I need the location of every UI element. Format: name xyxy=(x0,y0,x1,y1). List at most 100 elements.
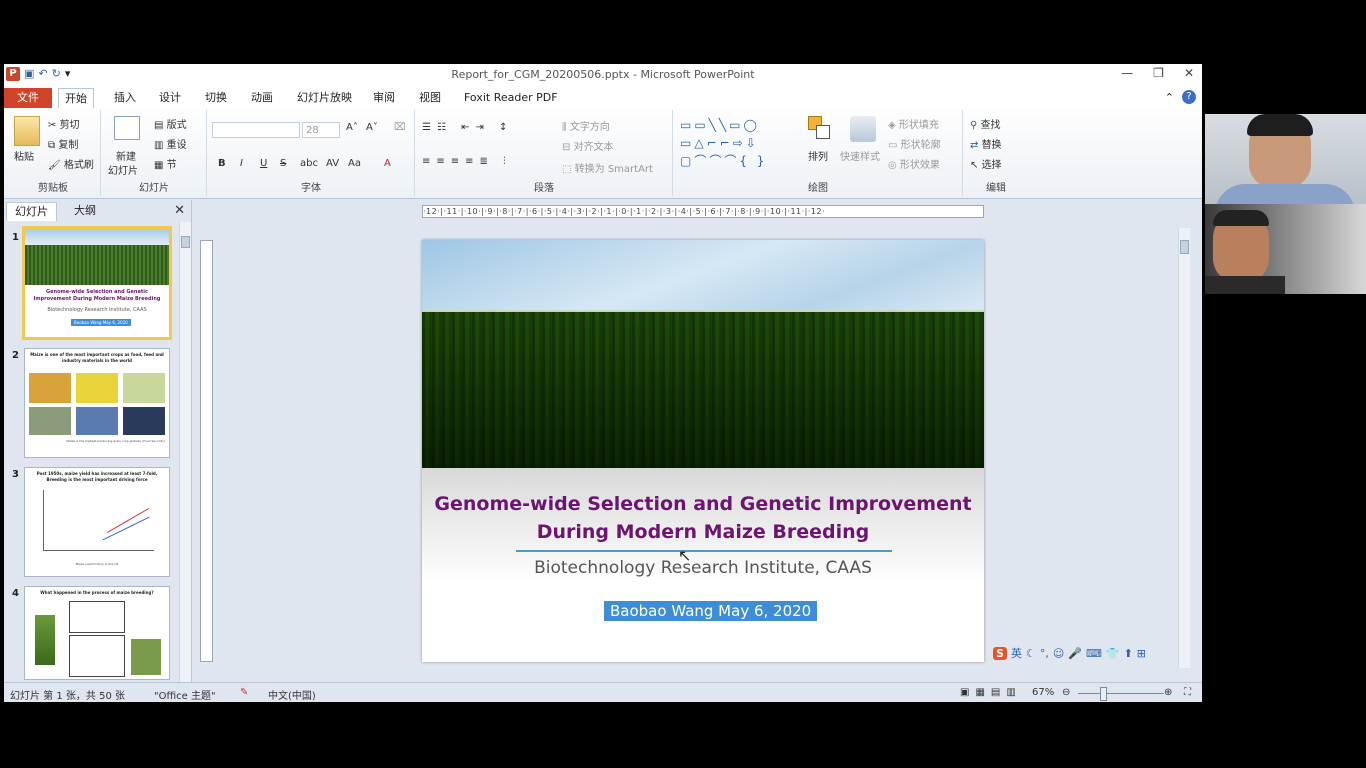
shrink-font-icon[interactable]: A˅ xyxy=(366,122,378,133)
video-participant-1[interactable] xyxy=(1205,114,1366,204)
tab-design[interactable]: 设计 xyxy=(153,88,187,108)
align-text-button[interactable]: 对齐文本 xyxy=(574,142,614,153)
minimize-button[interactable]: — xyxy=(1121,66,1133,80)
restore-button[interactable]: ❐ xyxy=(1153,66,1164,80)
font-size-combo[interactable]: 28 xyxy=(302,122,340,138)
shape-effects-button[interactable]: 形状效果 xyxy=(900,160,940,171)
align-buttons-icon[interactable]: ≡≡≡≡≣ ⫶ xyxy=(422,156,512,167)
smartart-button[interactable]: 转换为 SmartArt xyxy=(575,164,653,175)
cut-button[interactable]: 剪切 xyxy=(60,120,80,131)
quick-styles-icon[interactable] xyxy=(850,116,876,142)
thumb-chart xyxy=(43,490,154,551)
bold-button[interactable]: B xyxy=(218,158,226,169)
zoom-slider-thumb[interactable] xyxy=(1100,687,1107,701)
ime-punct-icon[interactable]: °, xyxy=(1040,647,1049,660)
replace-button[interactable]: 替换 xyxy=(982,140,1002,151)
zoom-in-icon[interactable]: ⊕ xyxy=(1164,687,1172,698)
close-button[interactable]: ✕ xyxy=(1184,66,1194,80)
group-clipboard: 粘贴 ✂ 剪切 ⧉ 复制 🖌 格式刷 剪贴板 xyxy=(6,110,101,196)
slides-panel: 幻灯片 大纲 ✕ 1 Genome-wide Selection and Gen… xyxy=(4,200,192,682)
slide-author-date[interactable]: Baobao Wang May 6, 2020 xyxy=(604,601,818,621)
font-color-icon[interactable]: A xyxy=(384,158,391,169)
font-family-combo[interactable] xyxy=(212,122,300,138)
ime-toolbar: S 英 ☾ °, ☺ 🎤 ⌨ 👕 ⬆ ⊞ xyxy=(993,644,1146,662)
zoom-out-icon[interactable]: ⊖ xyxy=(1062,687,1070,698)
group-drawing: ▭▭╲╲▭◯ ▭△⌐⌐⇨⇩ ▢⌒⌒⌒{ } 排列 快速样式 ◈ 形状填充 ▭ 形状轮… xyxy=(674,110,963,196)
ime-keyboard-icon[interactable]: ⌨ xyxy=(1086,647,1102,660)
title-bar: P ▣ ↶ ↻ ▾ Report_for_CGM_20200506.pptx -… xyxy=(4,64,1202,86)
shape-outline-button[interactable]: 形状轮廓 xyxy=(901,140,941,151)
quick-styles-button[interactable]: 快速样式 xyxy=(840,148,880,163)
layout-button[interactable]: 版式 xyxy=(167,120,187,131)
ime-skin-icon[interactable]: 👕 xyxy=(1106,647,1120,660)
shadow-button[interactable]: abc xyxy=(300,158,318,169)
text-direction-button[interactable]: 文字方向 xyxy=(570,122,610,133)
spellcheck-icon[interactable]: ✎ xyxy=(240,687,248,698)
select-button[interactable]: 选择 xyxy=(982,160,1002,171)
zoom-slider[interactable] xyxy=(1078,693,1164,694)
underline-button[interactable]: U xyxy=(260,158,267,169)
slide-subtitle[interactable]: Biotechnology Research Institute, CAAS xyxy=(422,558,984,578)
paste-button[interactable]: 粘贴 xyxy=(14,148,34,163)
slide-title-line1: Genome-wide Selection and Genetic Improv… xyxy=(434,493,972,515)
format-painter-button[interactable]: 格式刷 xyxy=(64,160,94,171)
tab-review[interactable]: 审阅 xyxy=(367,88,401,108)
tab-home[interactable]: 开始 xyxy=(58,88,94,109)
ime-menu-icon[interactable]: ⊞ xyxy=(1137,647,1146,660)
slide-number: 2 xyxy=(12,350,19,361)
replace-icon: ⇄ xyxy=(970,140,982,151)
current-slide[interactable]: Genome-wide Selection and Genetic Improv… xyxy=(422,240,984,662)
new-slide-label2[interactable]: 幻灯片 xyxy=(108,162,138,177)
new-slide-icon[interactable] xyxy=(114,116,140,140)
thumb-caption: Maize yield history in the US xyxy=(75,562,119,566)
status-bar: 幻灯片 第 1 张，共 50 张 "Office 主题" ✎ 中文(中国) ▣▦… xyxy=(4,682,1202,702)
italic-button[interactable]: I xyxy=(240,158,243,169)
tab-slideshow[interactable]: 幻灯片放映 xyxy=(291,88,358,108)
grow-font-icon[interactable]: A˄ xyxy=(346,122,358,133)
ime-upload-icon[interactable]: ⬆ xyxy=(1124,647,1133,660)
panel-scrollbar[interactable] xyxy=(179,222,191,682)
shapes-gallery[interactable]: ▭▭╲╲▭◯ ▭△⌐⌐⇨⇩ ▢⌒⌒⌒{ } xyxy=(680,116,767,170)
strikethrough-button[interactable]: S xyxy=(280,158,286,169)
text-direction-icon: ⫼ xyxy=(562,122,570,133)
change-case-button[interactable]: Aa xyxy=(348,158,361,169)
tab-foxit[interactable]: Foxit Reader PDF xyxy=(458,88,564,108)
ime-emoji-icon[interactable]: ☺ xyxy=(1053,647,1064,660)
tab-view[interactable]: 视图 xyxy=(413,88,447,108)
tab-file[interactable]: 文件 xyxy=(4,88,52,108)
shape-fill-icon: ◈ xyxy=(888,120,899,131)
ime-moon-icon[interactable]: ☾ xyxy=(1026,647,1036,660)
tab-animations[interactable]: 动画 xyxy=(245,88,279,108)
reset-button[interactable]: 重设 xyxy=(167,140,187,151)
panel-close-icon[interactable]: ✕ xyxy=(174,203,185,218)
char-spacing-button[interactable]: AV xyxy=(326,158,339,169)
shape-fill-button[interactable]: 形状填充 xyxy=(899,120,939,131)
new-slide-button[interactable]: 新建 xyxy=(116,148,136,163)
ime-mic-icon[interactable]: 🎤 xyxy=(1068,647,1082,660)
collapse-ribbon-icon[interactable]: ⌃ xyxy=(1165,91,1174,104)
slide-title[interactable]: Genome-wide Selection and Genetic Improv… xyxy=(422,490,984,546)
cut-icon: ✂ xyxy=(48,120,60,131)
sogou-logo-icon[interactable]: S xyxy=(993,646,1007,660)
video-participant-2[interactable] xyxy=(1205,204,1366,294)
view-buttons-icon[interactable]: ▣▦▤▥ xyxy=(960,687,1022,698)
list-buttons-icon[interactable]: ☰☷ ⇤⇥ ↕ xyxy=(422,122,513,133)
copy-button[interactable]: 复制 xyxy=(58,140,78,151)
section-button[interactable]: 节 xyxy=(167,160,177,171)
arrange-button[interactable]: 排列 xyxy=(808,148,828,163)
ime-english-mode[interactable]: 英 xyxy=(1011,645,1022,661)
clear-format-icon[interactable]: ⌧ xyxy=(394,122,406,133)
tab-outline-panel[interactable]: 大纲 xyxy=(66,202,104,220)
find-button[interactable]: 查找 xyxy=(981,120,1001,131)
paste-icon[interactable] xyxy=(14,116,40,146)
fit-slide-icon[interactable]: ⛶ xyxy=(1184,687,1191,698)
arrange-icon[interactable] xyxy=(808,116,830,140)
thumb-title: Post 1950s, maize yield has increased at… xyxy=(36,471,158,482)
clipboard-group-label: 剪贴板 xyxy=(38,183,68,194)
help-icon[interactable]: ? xyxy=(1182,90,1196,104)
tab-slides-panel[interactable]: 幻灯片 xyxy=(6,202,57,221)
tab-insert[interactable]: 插入 xyxy=(108,88,142,108)
horizontal-ruler: ·12·|·11·|·10·|·9·|·8·|·7·|·6·|·5·|·4·|·… xyxy=(422,205,984,218)
editor-scrollbar[interactable] xyxy=(1178,228,1190,668)
tab-transitions[interactable]: 切换 xyxy=(199,88,233,108)
